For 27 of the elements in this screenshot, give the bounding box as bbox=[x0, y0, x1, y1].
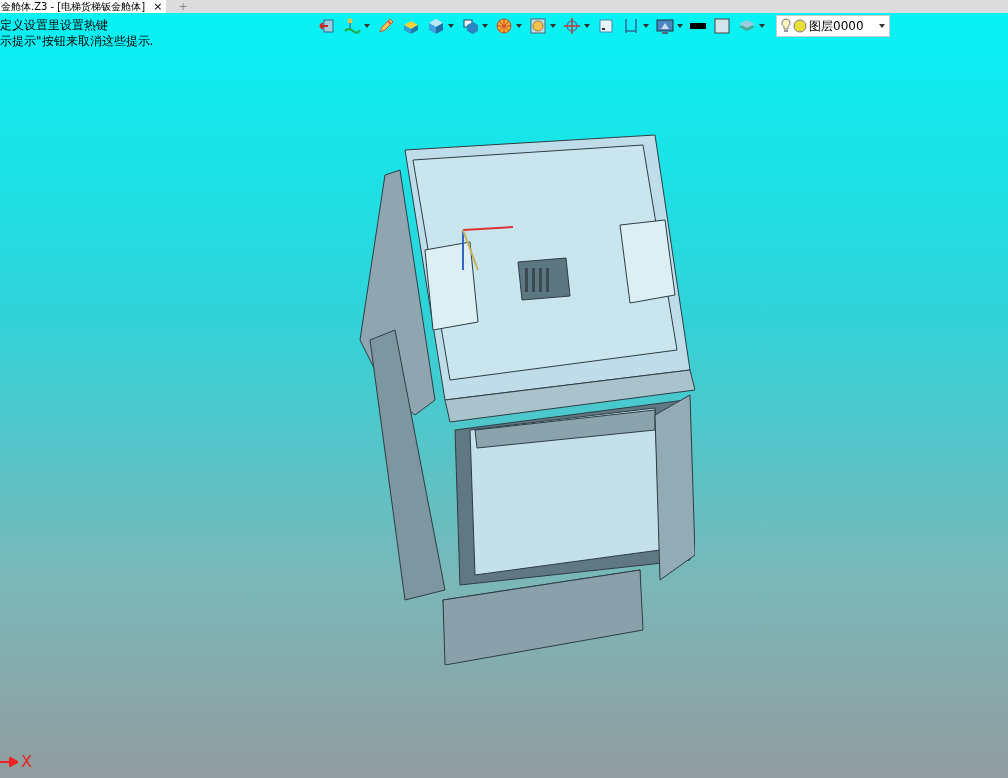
caret-icon[interactable] bbox=[364, 24, 370, 28]
pencil-icon[interactable] bbox=[377, 17, 395, 35]
caret-icon[interactable] bbox=[550, 24, 556, 28]
close-button[interactable]: × bbox=[153, 0, 163, 13]
caret-icon[interactable] bbox=[584, 24, 590, 28]
caret-icon[interactable] bbox=[759, 24, 765, 28]
caret-icon[interactable] bbox=[879, 24, 885, 28]
circle-icon bbox=[793, 19, 807, 33]
cube-icon[interactable] bbox=[461, 17, 479, 35]
caret-icon[interactable] bbox=[643, 24, 649, 28]
document-tab[interactable]: 金舱体.Z3 - [电梯货梯钣金舱体] × bbox=[0, 0, 167, 13]
cube-icon[interactable] bbox=[427, 17, 445, 35]
fill-swatch-icon[interactable] bbox=[713, 17, 731, 35]
caret-icon[interactable] bbox=[516, 24, 522, 28]
lightbulb-icon bbox=[781, 18, 791, 34]
caret-icon[interactable] bbox=[677, 24, 683, 28]
exit-icon[interactable] bbox=[318, 17, 336, 35]
caret-icon[interactable] bbox=[448, 24, 454, 28]
axis-arrow-icon bbox=[0, 757, 18, 767]
crosshair-icon[interactable] bbox=[563, 17, 581, 35]
monitor-icon[interactable] bbox=[656, 17, 674, 35]
layer-select[interactable]: 图层0000 bbox=[776, 15, 890, 37]
axis-label: X bbox=[21, 753, 32, 771]
window-icon[interactable] bbox=[597, 17, 615, 35]
hint-text: 定义设置里设置热键 bbox=[0, 17, 109, 33]
caret-icon[interactable] bbox=[482, 24, 488, 28]
hint-text: 示提示"按钮来取消这些提示. bbox=[0, 33, 154, 49]
